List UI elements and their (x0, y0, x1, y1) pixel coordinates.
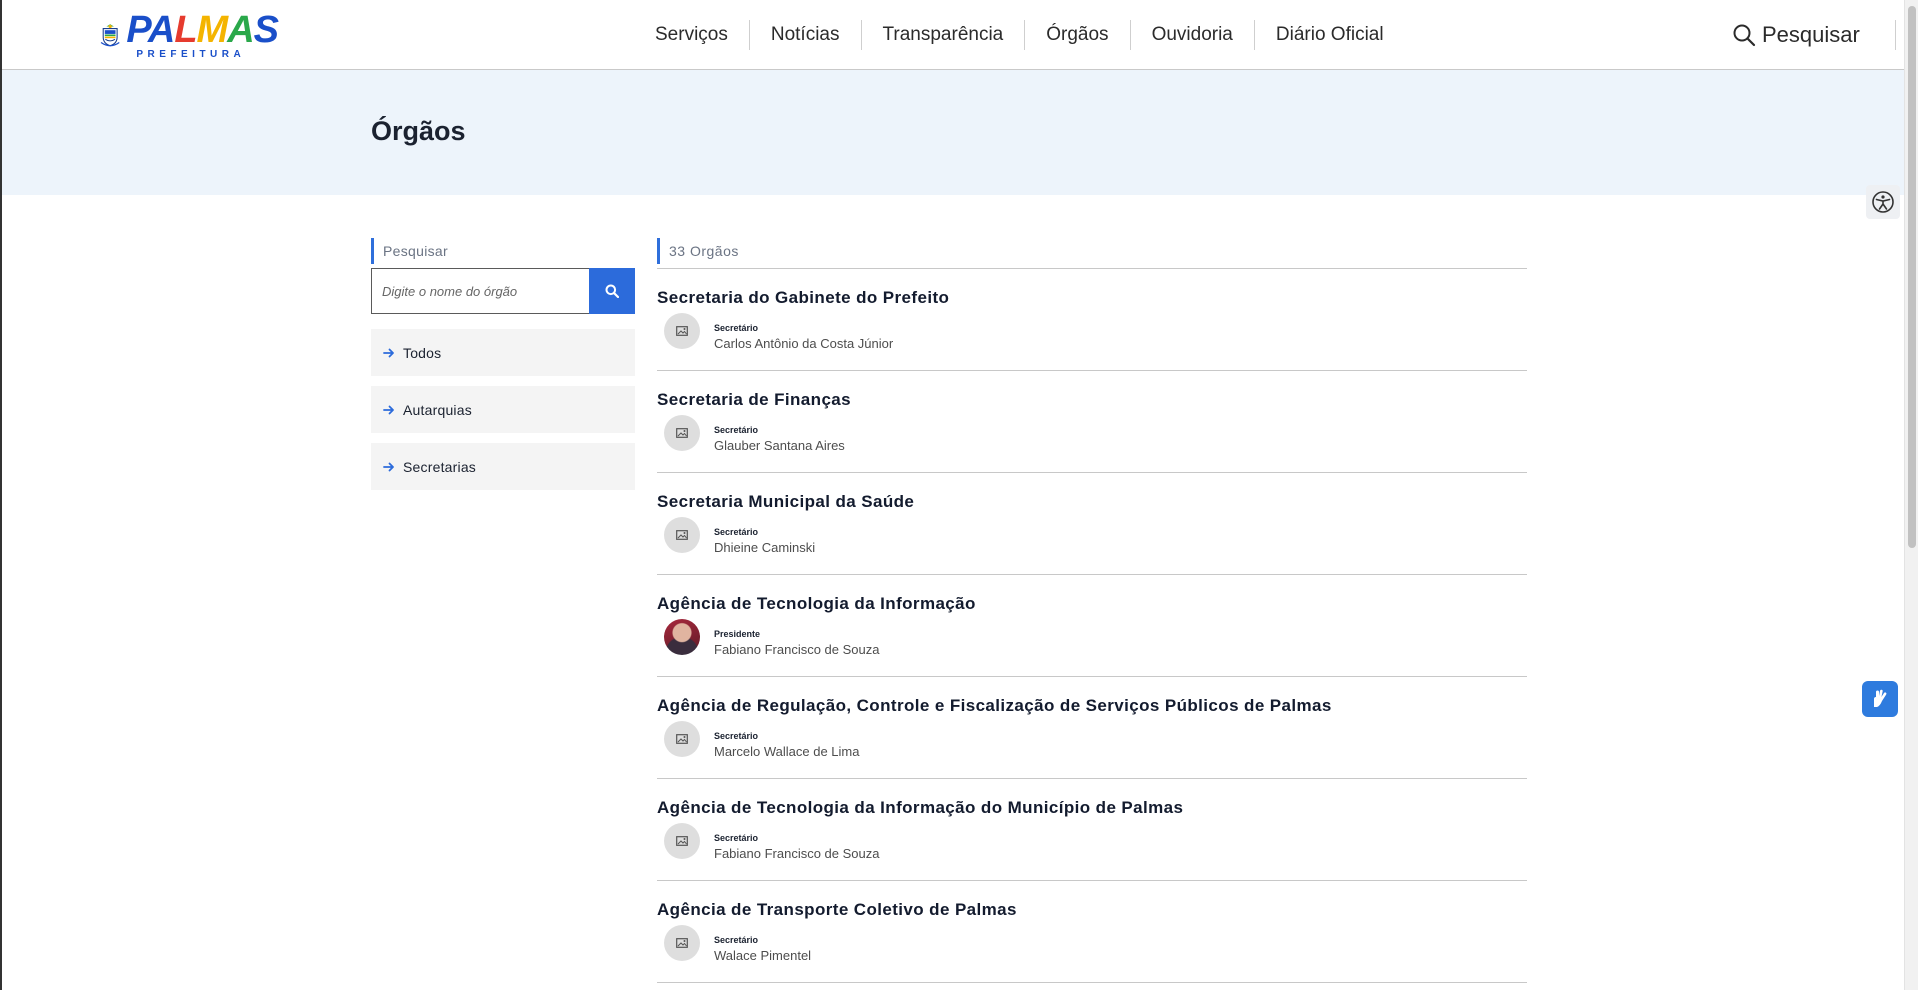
image-placeholder-icon (676, 530, 688, 540)
avatar (664, 925, 700, 961)
logo-letter: A (227, 8, 254, 51)
filter-secretarias[interactable]: Secretarias (371, 443, 635, 490)
logo-letter: M (196, 8, 229, 51)
sidebar-search (371, 268, 635, 314)
org-item[interactable]: Agência de Transporte Coletivo de Palmas… (657, 881, 1527, 983)
avatar (664, 823, 700, 859)
org-name[interactable]: Agência de Tecnologia da Informação (657, 594, 976, 614)
org-name[interactable]: Agência de Tecnologia da Informação do M… (657, 798, 1183, 818)
page-banner: Órgãos (2, 70, 1904, 195)
logo-letter: S (253, 8, 279, 51)
nav-item-noticias[interactable]: Notícias (748, 20, 861, 50)
org-role: Secretário (714, 935, 759, 945)
org-role: Secretário (714, 323, 759, 333)
sidebar-search-label: Pesquisar (371, 238, 448, 264)
avatar-photo (664, 619, 700, 655)
org-name[interactable]: Secretaria do Gabinete do Prefeito (657, 288, 949, 308)
logo-subtitle: PREFEITURA (136, 48, 246, 60)
results-count: 33 Orgãos (657, 238, 739, 264)
avatar (664, 313, 700, 349)
nav-item-orgaos[interactable]: Órgãos (1024, 20, 1129, 50)
logo-letter: P (126, 8, 149, 51)
org-role: Secretário (714, 425, 759, 435)
org-person: Dhieine Caminski (714, 540, 816, 555)
main-nav: Serviços Notícias Transparência Órgãos O… (634, 20, 1405, 50)
site-header: PALMAS PREFEITURA Serviços Notícias Tran… (2, 0, 1904, 70)
org-role: Presidente (714, 629, 761, 639)
image-placeholder-icon (676, 326, 688, 336)
filter-label: Autarquias (403, 401, 472, 418)
search-icon (1733, 24, 1756, 47)
logo-letter: L (174, 8, 197, 51)
arrow-right-icon (383, 405, 394, 414)
org-name[interactable]: Secretaria Municipal da Saúde (657, 492, 914, 512)
arrow-right-icon (383, 462, 394, 471)
org-name[interactable]: Agência de Regulação, Controle e Fiscali… (657, 696, 1332, 716)
org-role: Secretário (714, 527, 759, 537)
header-divider (1895, 20, 1896, 50)
city-emblem-icon (100, 24, 120, 47)
org-name[interactable]: Secretaria de Finanças (657, 390, 851, 410)
filter-label: Secretarias (403, 458, 477, 475)
org-person: Fabiano Francisco de Souza (714, 642, 880, 657)
org-name[interactable]: Agência de Transporte Coletivo de Palmas (657, 900, 1017, 920)
accessibility-button[interactable] (1866, 185, 1900, 219)
avatar (664, 415, 700, 451)
nav-item-transparencia[interactable]: Transparência (860, 20, 1025, 50)
org-item[interactable]: Agência de Tecnologia da Informação Pres… (657, 575, 1527, 677)
org-person: Marcelo Wallace de Lima (714, 744, 860, 759)
sign-language-button[interactable] (1862, 681, 1898, 717)
search-icon (605, 284, 619, 298)
avatar (664, 517, 700, 553)
header-search-label: Pesquisar (1762, 22, 1860, 47)
logo-wordmark: PALMAS PREFEITURA (126, 8, 279, 60)
image-placeholder-icon (676, 428, 688, 438)
org-item[interactable]: Secretaria Municipal da Saúde Secretário… (657, 473, 1527, 575)
search-input[interactable] (371, 268, 589, 314)
org-item[interactable]: Agência de Tecnologia da Informação do M… (657, 779, 1527, 881)
org-role: Secretário (714, 833, 759, 843)
org-item[interactable]: Secretaria de Finanças Secretário Glaube… (657, 371, 1527, 473)
page-title: Órgãos (371, 116, 466, 146)
nav-item-servicos[interactable]: Serviços (634, 20, 749, 50)
search-button[interactable] (589, 268, 635, 314)
org-person: Glauber Santana Aires (714, 438, 845, 453)
org-role: Secretário (714, 731, 759, 741)
org-item[interactable]: Agência de Regulação, Controle e Fiscali… (657, 677, 1527, 779)
org-person: Carlos Antônio da Costa Júnior (714, 336, 894, 351)
nav-item-diario-oficial[interactable]: Diário Oficial (1253, 20, 1405, 50)
page-scrollbar[interactable] (1904, 0, 1918, 990)
org-person: Fabiano Francisco de Souza (714, 846, 880, 861)
scrollbar-thumb[interactable] (1908, 6, 1916, 548)
logo-letter: A (147, 8, 175, 51)
image-placeholder-icon (676, 836, 688, 846)
image-placeholder-icon (676, 938, 688, 948)
filter-autarquias[interactable]: Autarquias (371, 386, 635, 433)
avatar (664, 721, 700, 757)
logo-word: PALMAS (126, 8, 279, 51)
arrow-right-icon (383, 348, 394, 357)
filter-label: Todos (403, 344, 442, 361)
org-person: Walace Pimentel (714, 948, 812, 963)
image-placeholder-icon (676, 734, 688, 744)
header-search-button[interactable]: Pesquisar (1732, 20, 1860, 50)
filter-todos[interactable]: Todos (371, 329, 635, 376)
sign-language-icon (1874, 689, 1887, 707)
accessibility-icon (1872, 191, 1894, 213)
palmas-logo[interactable]: PALMAS PREFEITURA (100, 8, 279, 60)
nav-item-ouvidoria[interactable]: Ouvidoria (1129, 20, 1254, 50)
org-item[interactable]: Secretaria do Gabinete do Prefeito Secre… (657, 269, 1527, 371)
